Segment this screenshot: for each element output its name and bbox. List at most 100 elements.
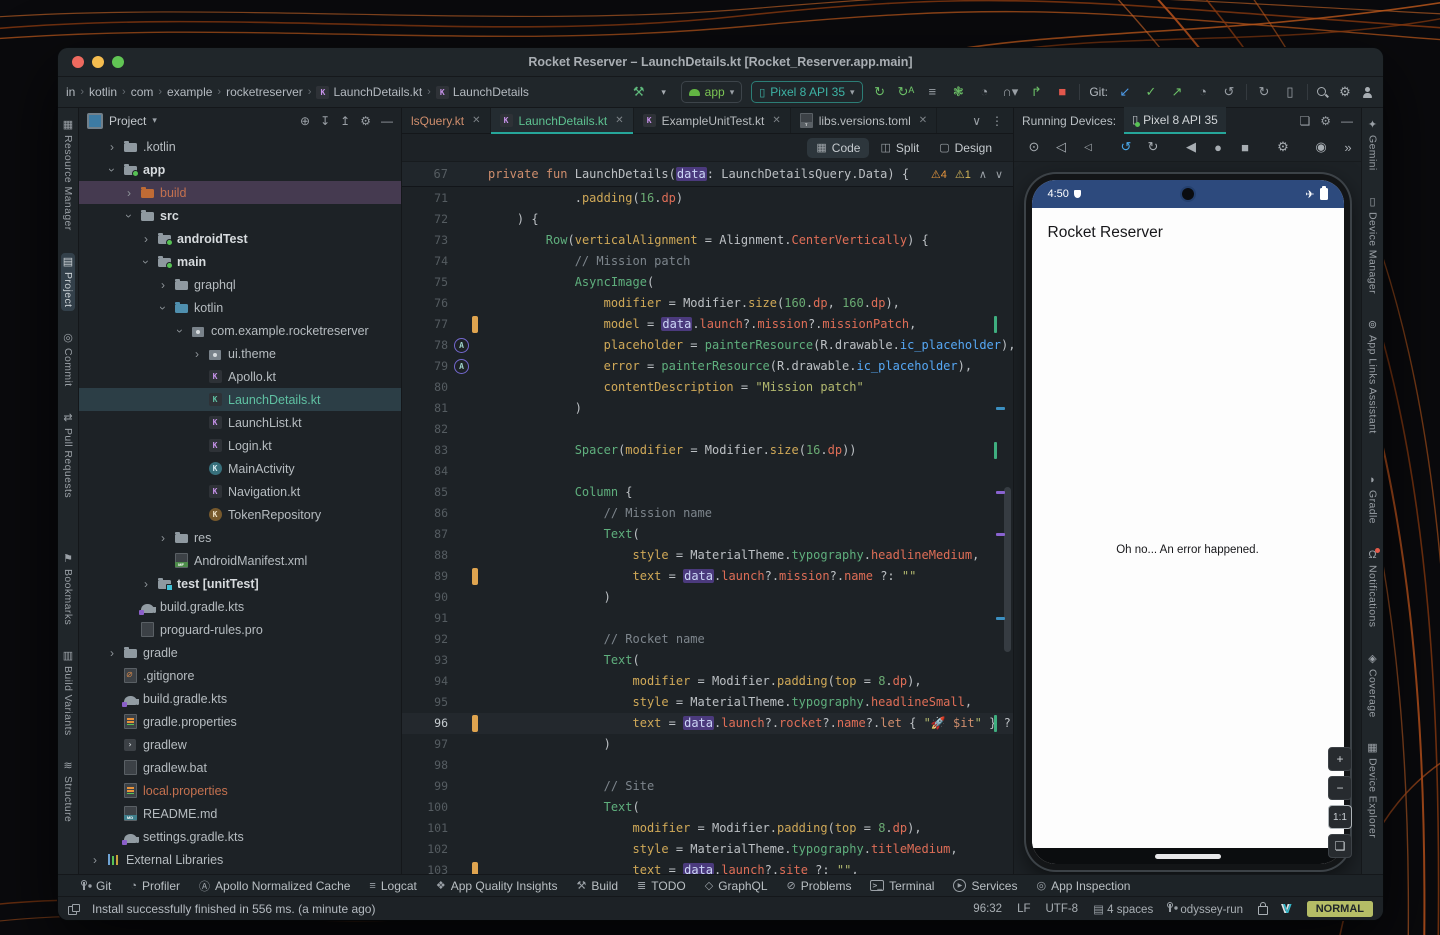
- build-project-button[interactable]: ⚒: [631, 84, 647, 100]
- profiler-button[interactable]: ∩▾: [1002, 84, 1018, 100]
- next-chevron-icon[interactable]: ∨: [995, 168, 1003, 181]
- file-encoding[interactable]: UTF-8: [1046, 903, 1079, 915]
- code-line[interactable]: 88 style = MaterialTheme.typography.head…: [402, 545, 1013, 566]
- sidebar-item-commit[interactable]: ◎ Commit: [61, 329, 75, 391]
- device-settings-button[interactable]: ⚙: [1275, 139, 1291, 155]
- code-line[interactable]: 80 contentDescription = "Mission patch": [402, 377, 1013, 398]
- code-line[interactable]: 78 A placeholder = painterResource(R.draw…: [402, 335, 1013, 356]
- code-line[interactable]: 85 Column {: [402, 482, 1013, 503]
- title-bar[interactable]: Rocket Reserver – LaunchDetails.kt [Rock…: [58, 48, 1383, 77]
- sidebar-item-device-manager[interactable]: ▯ Device Manager: [1366, 193, 1380, 298]
- weak-warning-icon[interactable]: ⚠1: [955, 168, 971, 181]
- tree-chevron-icon[interactable]: ›: [90, 853, 100, 867]
- code-line[interactable]: 93 Text(: [402, 650, 1013, 671]
- rollback-button[interactable]: ↺: [1221, 84, 1237, 100]
- tree-item[interactable]: › com.example.rocketreserver: [79, 319, 401, 342]
- code-line[interactable]: 83 Spacer(modifier = Modifier.size(16.dp…: [402, 440, 1013, 461]
- code-line[interactable]: 94 modifier = Modifier.padding(top = 8.d…: [402, 671, 1013, 692]
- phone-screen[interactable]: 4:50 ✈ Rocket Reserver Oh no... An error…: [1031, 180, 1344, 864]
- tree-item[interactable]: gradlew.bat: [79, 756, 401, 779]
- services-tool[interactable]: ▶ Services: [953, 879, 1017, 893]
- tree-chevron-icon[interactable]: ›: [107, 140, 117, 154]
- breadcrumb-item[interactable]: kotlin: [89, 85, 117, 99]
- code-line[interactable]: 87 Text(: [402, 524, 1013, 545]
- sidebar-item-bookmarks[interactable]: ⚑ Bookmarks: [61, 550, 75, 629]
- todo-tool[interactable]: ≣ TODO: [637, 879, 686, 893]
- rotate-right-button[interactable]: ↻: [1145, 139, 1161, 155]
- breadcrumb-item[interactable]: com: [131, 85, 154, 99]
- commit-button[interactable]: ✓: [1143, 84, 1159, 100]
- volume-down-button[interactable]: ◁: [1080, 142, 1096, 153]
- app-quality-insights-tool[interactable]: ❖ App Quality Insights: [436, 879, 558, 893]
- code-line[interactable]: 77 model = data.launch?.mission?.mission…: [402, 314, 1013, 335]
- profiler-tool[interactable]: ◔ Profiler: [130, 879, 180, 893]
- history-button[interactable]: ◔: [1195, 84, 1211, 100]
- indent-setting[interactable]: ▤ 4 spaces: [1093, 902, 1153, 916]
- attach-profiler-button[interactable]: ◔: [976, 84, 992, 100]
- code-line[interactable]: 99 // Site: [402, 776, 1013, 797]
- power-button[interactable]: ⊙: [1026, 139, 1042, 155]
- hide-button[interactable]: —: [1341, 114, 1353, 128]
- tree-chevron-icon[interactable]: ›: [141, 577, 151, 591]
- code-line[interactable]: 89 text = data.launch?.mission?.name ?: …: [402, 566, 1013, 587]
- rerun-button[interactable]: ↻: [872, 84, 888, 100]
- zoom-reset-button[interactable]: 1:1: [1328, 805, 1352, 829]
- tree-item[interactable]: build.gradle.kts: [79, 687, 401, 710]
- options-button[interactable]: ⚙: [360, 114, 371, 128]
- home-button[interactable]: ●: [1210, 140, 1226, 155]
- tree-item[interactable]: › androidTest: [79, 227, 401, 250]
- view-mode-split[interactable]: ◫ Split: [871, 138, 928, 158]
- tree-item[interactable]: local.properties: [79, 779, 401, 802]
- zoom-fit-button[interactable]: ❏: [1328, 834, 1352, 858]
- code-line[interactable]: 82: [402, 419, 1013, 440]
- tool-window-layout-icon[interactable]: [68, 903, 80, 915]
- close-tab-icon[interactable]: ✕: [772, 115, 780, 126]
- sidebar-item-resource-manager[interactable]: ▦ Resource Manager: [61, 116, 75, 235]
- code-line[interactable]: 86 // Mission name: [402, 503, 1013, 524]
- chevron-down-icon[interactable]: ▾: [152, 115, 157, 126]
- close-tab-icon[interactable]: ✕: [472, 115, 480, 126]
- tree-item[interactable]: › main: [79, 250, 401, 273]
- sidebar-item-gemini[interactable]: ✦ Gemini: [1366, 116, 1380, 175]
- breadcrumb-item[interactable]: rocketreserver: [226, 85, 303, 99]
- breadcrumb-item[interactable]: K LaunchDetails.kt: [316, 85, 422, 99]
- code-line[interactable]: 84: [402, 461, 1013, 482]
- editor-tab[interactable]: lsQuery.kt ✕: [402, 108, 491, 133]
- debug-button[interactable]: ❃: [950, 84, 966, 100]
- build-tool[interactable]: ⚒ Build: [576, 879, 618, 893]
- tree-item[interactable]: › ui.theme: [79, 342, 401, 365]
- tree-item[interactable]: › build: [79, 181, 401, 204]
- profile-app-button[interactable]: ↱: [1028, 84, 1044, 100]
- more-button[interactable]: »: [1340, 140, 1356, 155]
- code-line[interactable]: 76 modifier = Modifier.size(160.dp, 160.…: [402, 293, 1013, 314]
- code-line[interactable]: 92 // Rocket name: [402, 629, 1013, 650]
- tree-chevron-icon[interactable]: ›: [141, 232, 151, 246]
- emulator-phone[interactable]: 4:50 ✈ Rocket Reserver Oh no... An error…: [1025, 174, 1350, 870]
- new-window-button[interactable]: ❏: [1299, 114, 1310, 128]
- sidebar-item-project[interactable]: ▤ Project: [61, 252, 75, 312]
- gradle-sync-button[interactable]: ↻: [1256, 84, 1272, 100]
- code-line[interactable]: 71 .padding(16.dp): [402, 188, 1013, 209]
- account-button[interactable]: [1362, 86, 1373, 98]
- tree-item[interactable]: build.gradle.kts: [79, 595, 401, 618]
- sidebar-item-app-links-assistant[interactable]: ⊚ App Links Assistant: [1366, 316, 1380, 438]
- zoom-out-button[interactable]: −: [1328, 776, 1352, 800]
- tree-item[interactable]: ⊘ .gitignore: [79, 664, 401, 687]
- code-line[interactable]: 74 // Mission patch: [402, 251, 1013, 272]
- code-line[interactable]: 73 Row(verticalAlignment = Alignment.Cen…: [402, 230, 1013, 251]
- sidebar-item-structure[interactable]: ≋ Structure: [61, 757, 75, 826]
- tree-item[interactable]: K Navigation.kt: [79, 480, 401, 503]
- collapse-all-button[interactable]: ↥: [340, 114, 350, 128]
- tree-item[interactable]: › res: [79, 526, 401, 549]
- app-inspection-tool[interactable]: ◎ App Inspection: [1036, 879, 1130, 893]
- tree-item[interactable]: settings.gradle.kts: [79, 825, 401, 848]
- breadcrumb-item[interactable]: in: [66, 85, 75, 99]
- code-line[interactable]: 91: [402, 608, 1013, 629]
- expand-all-button[interactable]: ↧: [320, 114, 330, 128]
- view-mode-design[interactable]: ▢ Design: [930, 138, 1001, 158]
- code-editor[interactable]: 71 .padding(16.dp) 72 ) {73 Row(verticalA…: [402, 187, 1013, 874]
- tree-item[interactable]: K MainActivity: [79, 457, 401, 480]
- tree-item[interactable]: › kotlin: [79, 296, 401, 319]
- tree-item[interactable]: K LaunchList.kt: [79, 411, 401, 434]
- tree-chevron-icon[interactable]: ›: [105, 165, 119, 175]
